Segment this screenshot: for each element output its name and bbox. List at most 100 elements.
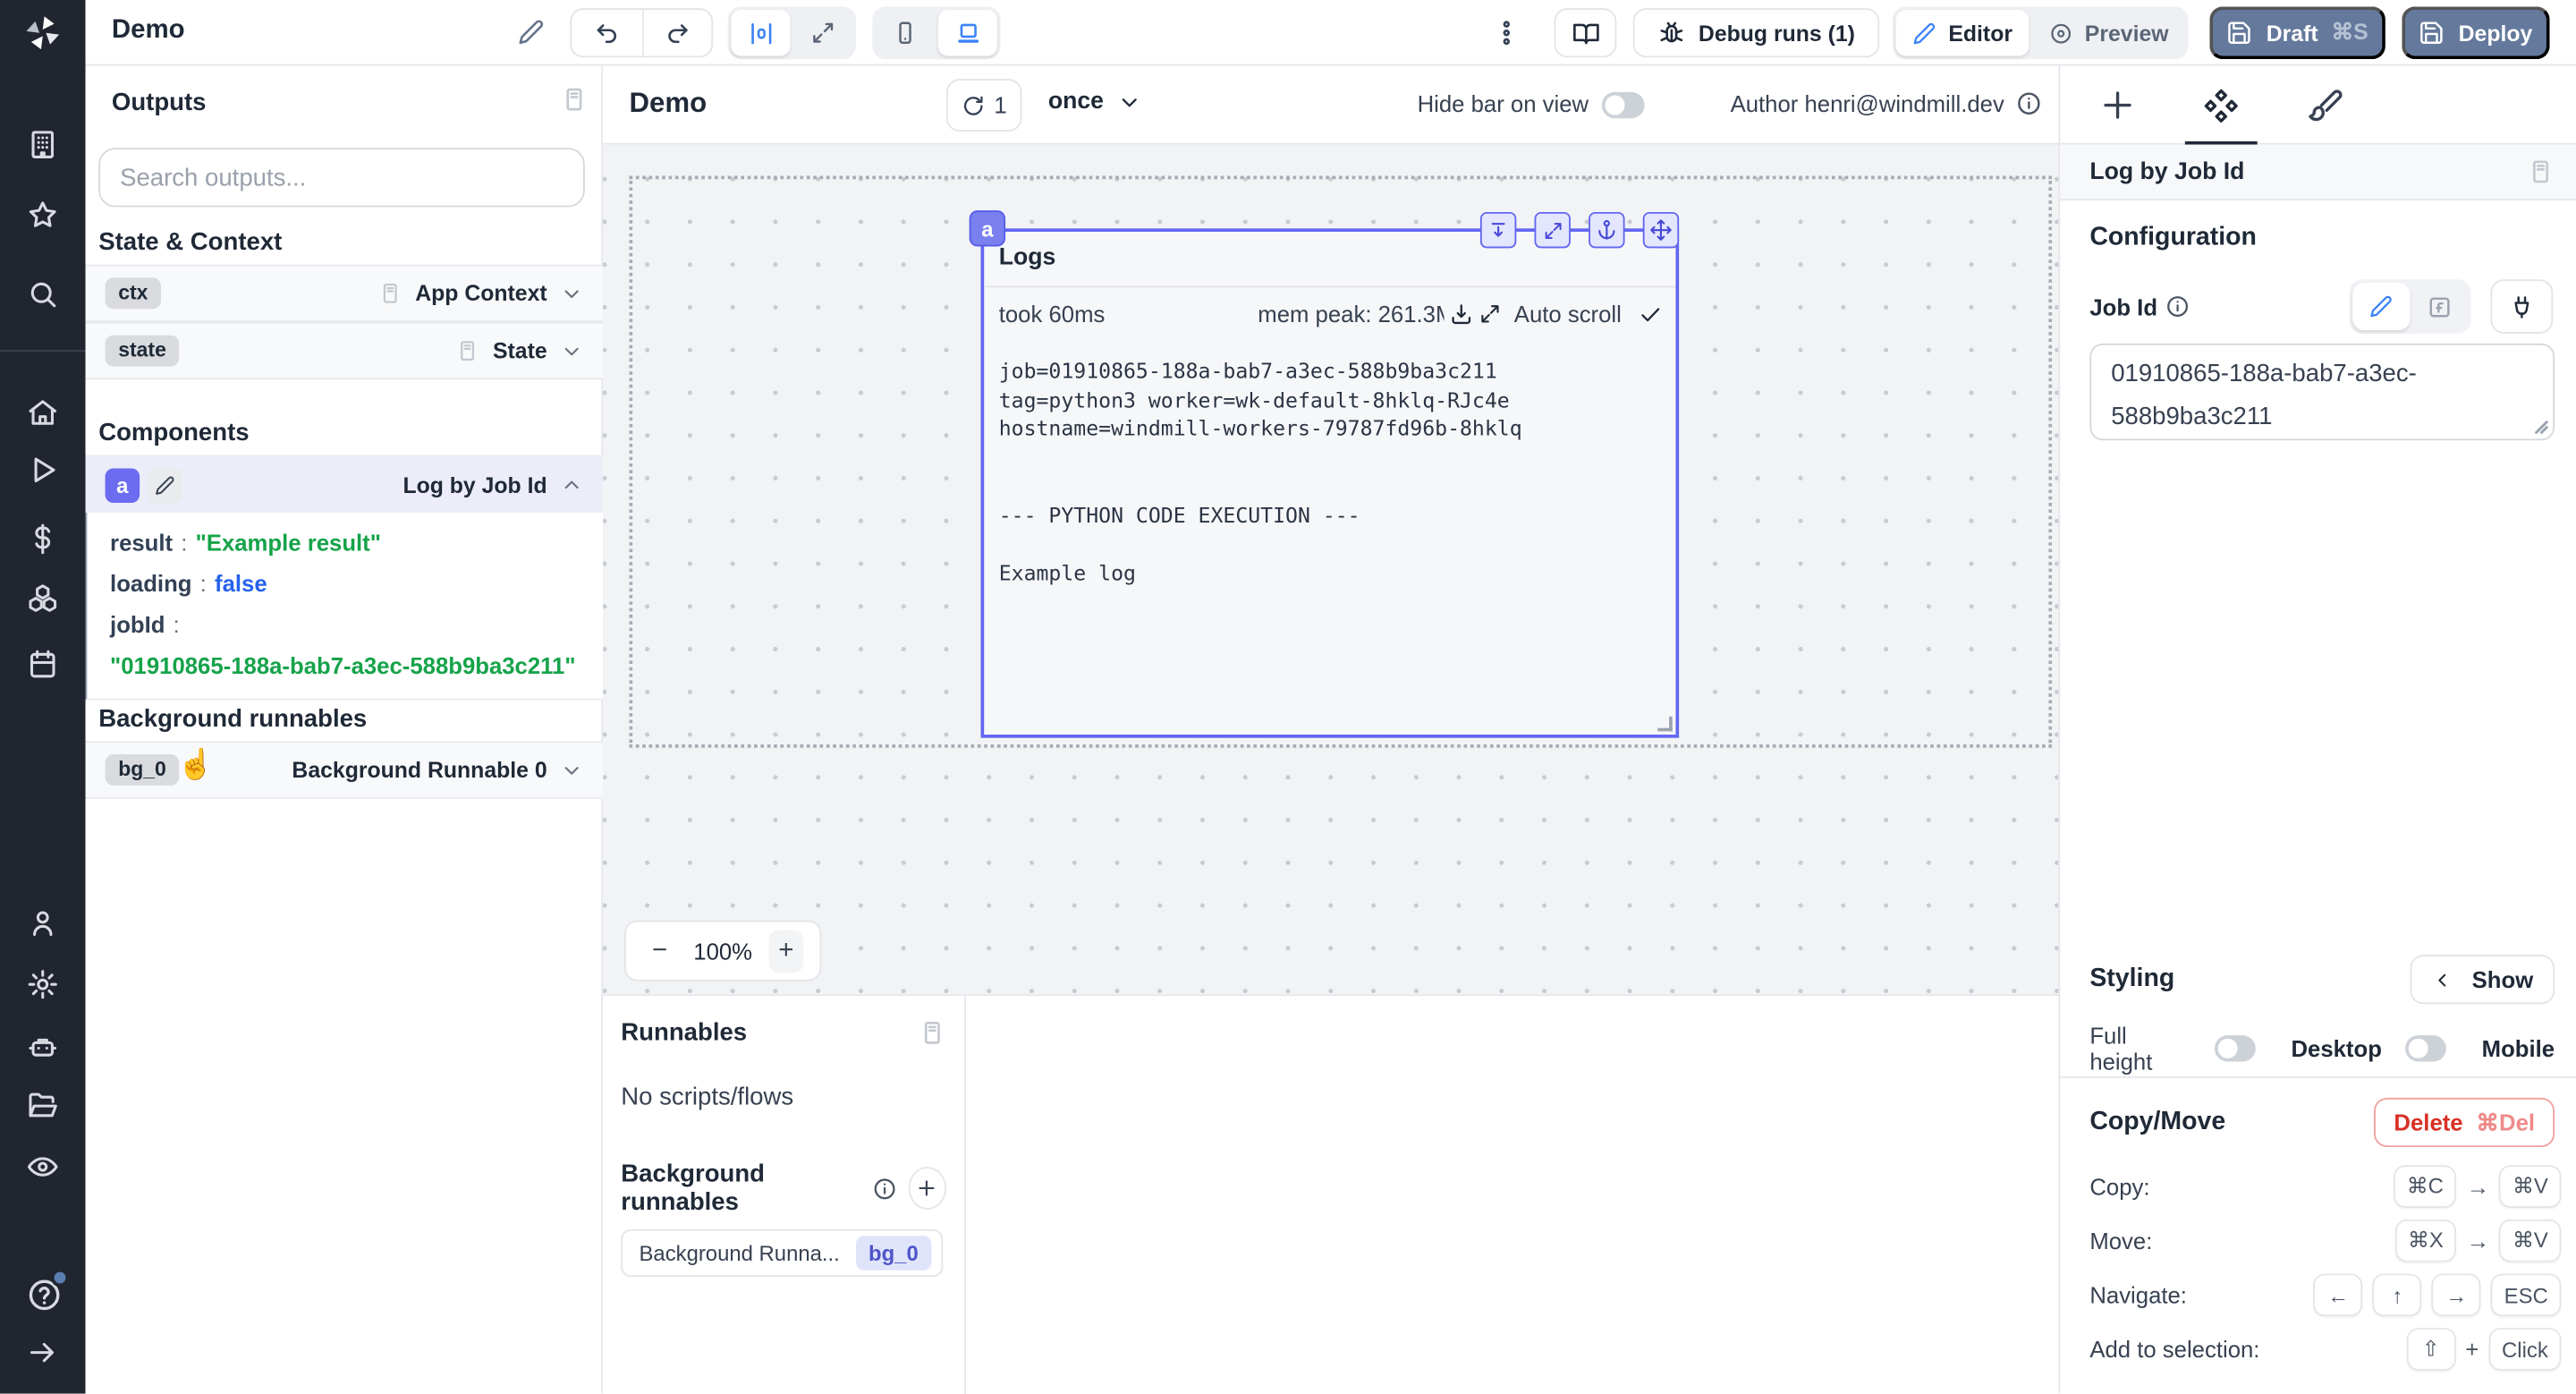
schedules-icon[interactable] [26,648,59,681]
hide-bar-toggle[interactable] [1602,92,1645,118]
expand-down-handle[interactable] [1480,212,1516,248]
jobid-value-row[interactable]: "01910865-188a-bab7-a3ec-588b9ba3c211" [110,652,580,678]
save-icon [2419,20,2445,46]
help-notification-dot [51,1269,69,1287]
desktop-view-button[interactable] [938,10,997,55]
preview-tab[interactable]: Preview [2032,10,2185,55]
ctx-row[interactable]: ctx App Context [86,265,604,322]
connect-input-button[interactable] [2490,279,2553,334]
kbd-arrow-left: ← [2314,1273,2363,1316]
jobid-kv[interactable]: jobId: [110,611,580,637]
full-height-toggle[interactable] [2214,1035,2255,1061]
refresh-count-button[interactable]: 1 [946,79,1021,132]
jobid-input[interactable]: 01910865-188a-bab7-a3ec-588b9ba3c211 [2089,344,2555,440]
fullscreen-handle[interactable] [1535,212,1571,248]
autoscroll-check-icon[interactable] [1638,302,1663,327]
panel-doc-icon[interactable] [2527,157,2555,185]
rename-app-icon[interactable] [518,18,546,46]
loading-kv[interactable]: loading:false [110,570,580,596]
zoom-control: − 100% + [624,921,821,982]
mobile-label: Mobile [2482,1035,2555,1061]
component-a-row[interactable]: a Log by Job Id [86,455,604,513]
search-outputs-input[interactable] [98,148,585,207]
workers-icon[interactable] [26,1031,59,1064]
desktop-toggle[interactable] [2405,1035,2446,1061]
panel-doc-icon[interactable] [919,1019,946,1047]
logs-component[interactable]: a Logs took 60ms mem peak: 261.3MB Auto … [981,228,1680,737]
info-icon[interactable] [2016,90,2042,116]
zoom-out-button[interactable]: − [642,930,677,973]
fx-input-mode-button[interactable] [2410,283,2467,330]
info-icon[interactable] [872,1176,897,1201]
app-canvas[interactable]: a Logs took 60ms mem peak: 261.3MB Auto … [603,145,2058,995]
outputs-panel: Outputs State & Context ctx App Context … [86,65,604,1393]
save-icon [2227,20,2253,46]
favorites-icon[interactable] [26,199,59,232]
move-label: Move: [2089,1228,2152,1254]
jobid-label: Job Id [2089,293,2157,319]
result-kv[interactable]: result:"Example result" [110,529,580,555]
navigate-label: Navigate: [2089,1282,2187,1308]
download-logs-icon[interactable] [1448,302,1473,327]
workspace-icon[interactable] [26,128,59,161]
full-canvas-button[interactable] [793,10,852,55]
debug-runs-label: Debug runs (1) [1699,21,1855,46]
mobile-view-button[interactable] [876,10,935,55]
component-tag[interactable]: a [970,210,1005,246]
chevron-down-icon[interactable] [560,282,583,305]
editor-preview-toggle: Editor Preview [1893,6,2189,59]
docs-button[interactable] [1555,8,1617,57]
deploy-button[interactable]: Deploy [2402,6,2549,59]
chevron-down-icon[interactable] [560,339,583,362]
state-row[interactable]: state State [86,322,604,379]
centered-canvas-button[interactable] [731,10,790,55]
redo-button[interactable] [641,10,711,55]
windmill-logo-icon[interactable] [23,13,63,53]
draft-button[interactable]: Draft ⌘S [2209,6,2385,59]
editor-label: Editor [1948,21,2012,46]
settings-tab-components-icon[interactable] [2203,87,2239,123]
runs-icon[interactable] [26,454,59,487]
debug-runs-button[interactable]: Debug runs (1) [1633,8,1880,57]
panel-doc-icon[interactable] [560,86,588,114]
resources-icon[interactable] [26,582,59,615]
chevron-down-icon[interactable] [560,759,583,782]
state-badge: state [106,336,180,366]
run-mode-dropdown[interactable]: once [1048,89,1141,115]
styling-tab-brush-icon[interactable] [2307,87,2343,123]
jobid-key: jobId [110,611,165,637]
settings-icon[interactable] [26,968,59,1001]
show-styling-button[interactable]: Show [2410,955,2555,1004]
result-key: result [110,529,173,555]
undo-button[interactable] [572,10,641,55]
collapse-icon[interactable] [26,1336,59,1369]
bg0-row[interactable]: bg_0 Background Runnable 0 [86,741,604,798]
info-icon[interactable] [2165,294,2190,319]
move-handle[interactable] [1643,212,1679,248]
folders-icon[interactable] [26,1090,59,1123]
editor-tab[interactable]: Editor [1896,10,2029,55]
edit-component-id-icon[interactable] [148,468,182,503]
variables-icon[interactable] [26,523,59,556]
help-icon[interactable] [26,1277,62,1313]
zoom-in-button[interactable]: + [768,930,803,973]
kbd-esc: ESC [2491,1273,2561,1316]
search-icon[interactable] [26,277,59,310]
component-resize-handle[interactable] [1657,717,1673,732]
delete-label: Delete [2394,1109,2462,1135]
ctx-label: App Context [415,281,547,306]
settings-component-name: Log by Job Id [2089,158,2244,184]
insert-tab-plus-icon[interactable] [2099,87,2135,123]
log-output[interactable]: job=01910865-188a-bab7-a3ec-588b9ba3c211… [999,357,1522,587]
audit-icon[interactable] [26,1151,59,1184]
anchor-handle[interactable] [1589,212,1624,248]
delete-component-button[interactable]: Delete ⌘Del [2374,1098,2555,1147]
bg-runnable-item[interactable]: Background Runna... bg_0 [621,1229,943,1277]
chevron-up-icon[interactable] [560,473,583,497]
home-icon[interactable] [26,396,59,429]
users-icon[interactable] [26,907,59,940]
static-input-mode-button[interactable] [2352,283,2410,330]
add-bg-runnable-button[interactable] [908,1167,946,1210]
expand-logs-icon[interactable] [1478,302,1501,326]
kebab-menu-icon[interactable] [1492,18,1521,47]
